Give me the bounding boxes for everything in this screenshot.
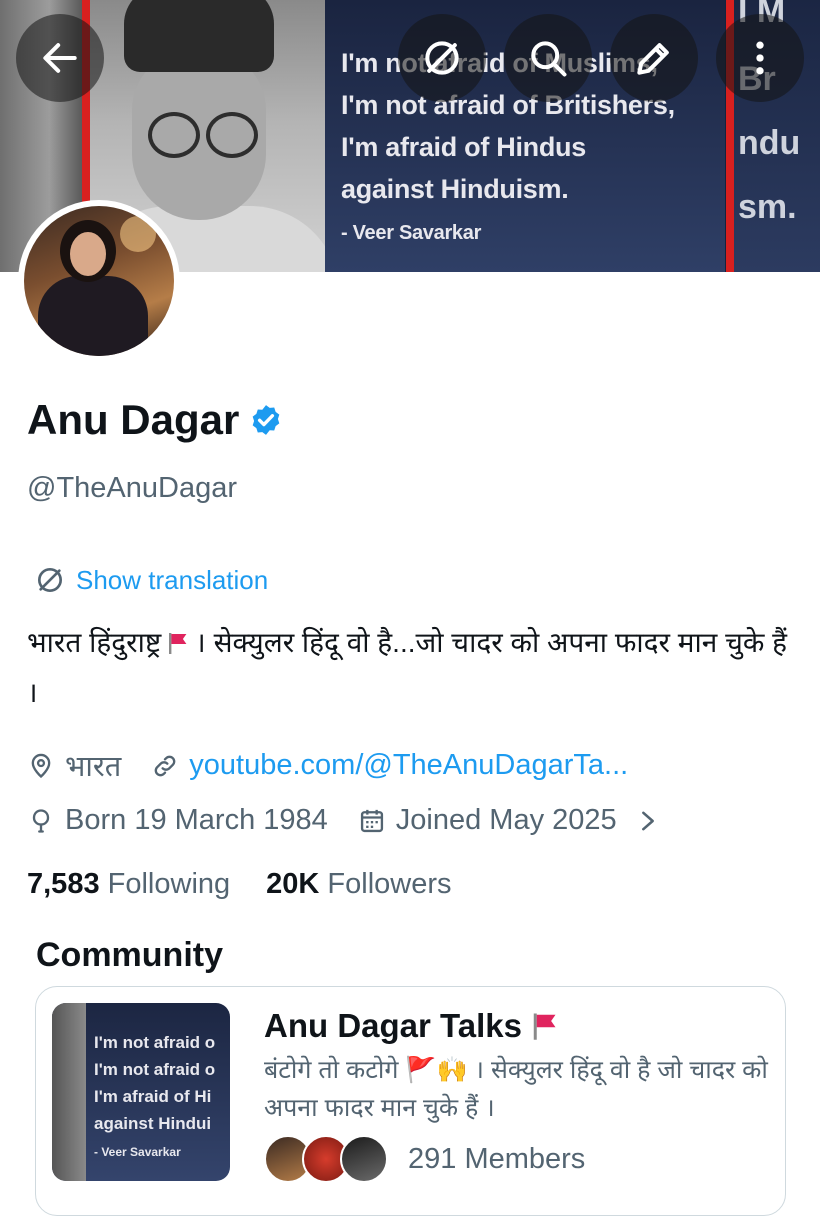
- back-arrow-icon: [43, 43, 77, 73]
- joined-text: Joined May 2025: [395, 804, 617, 836]
- follow-stats: 7,583 Following 20K Followers: [27, 868, 452, 901]
- followers-label: Followers: [327, 868, 452, 900]
- members-count: 291 Members: [408, 1142, 586, 1175]
- translate-button[interactable]: [398, 14, 486, 102]
- back-button[interactable]: [16, 14, 104, 102]
- show-translation-label: Show translation: [76, 564, 269, 595]
- translate-icon: [38, 568, 62, 592]
- calendar-icon: [360, 809, 383, 832]
- profile-avatar[interactable]: [18, 200, 180, 362]
- quote-line-2: I'm not afraid of Britishers,: [341, 90, 675, 120]
- profile-handle: @TheAnuDagar: [27, 472, 237, 504]
- more-icon: [756, 41, 764, 75]
- show-translation-link[interactable]: Show translation: [34, 564, 268, 596]
- profile-name: Anu Dagar: [27, 396, 283, 444]
- profile-name-text: Anu Dagar: [27, 396, 240, 443]
- avatar-photo: [24, 206, 174, 356]
- joined-item: Joined May 2025: [358, 804, 617, 837]
- thumb-line-5: - Veer Savarkar: [94, 1145, 181, 1159]
- birthday-icon: [32, 808, 50, 833]
- bio-text-part1: भारत हिंदुराष्ट्र: [27, 627, 162, 658]
- quote-line-3: I'm afraid of Hindus: [341, 132, 586, 162]
- more-button[interactable]: [716, 14, 804, 102]
- compose-icon: [637, 43, 669, 75]
- community-members[interactable]: 291 Members: [264, 1135, 585, 1183]
- community-description: बंटोगे तो कटोगे 🚩🙌 । सेक्युलर हिंदू वो ह…: [264, 1056, 768, 1122]
- search-icon: [531, 41, 567, 77]
- compose-button[interactable]: [610, 14, 698, 102]
- banner-right-text-3: ndu: [738, 124, 801, 162]
- profile-bio: भारत हिंदुराष्ट्र । सेक्युलर हिंदू वो है.…: [27, 618, 797, 718]
- location-icon: [31, 753, 51, 778]
- location-text: भारत: [65, 751, 122, 783]
- website-link[interactable]: youtube.com/@TheAnuDagarTa...: [189, 749, 628, 782]
- banner-right-text-4: sm.: [738, 188, 797, 226]
- thumb-line-1: I'm not afraid o: [94, 1033, 216, 1052]
- following-label: Following: [107, 868, 231, 900]
- flag-icon: [169, 633, 187, 654]
- community-name-text: Anu Dagar Talks: [264, 1007, 522, 1044]
- chevron-right-icon[interactable]: [637, 807, 659, 835]
- followers-count: 20K: [266, 868, 320, 900]
- website-item[interactable]: youtube.com/@TheAnuDagarTa...: [151, 749, 628, 782]
- community-name[interactable]: Anu Dagar Talks: [264, 1007, 560, 1045]
- verified-badge-icon[interactable]: [249, 403, 283, 437]
- thumb-line-4: against Hindui: [94, 1114, 212, 1133]
- profile-meta-row-1: भारत youtube.com/@TheAnuDagarTa...: [27, 746, 658, 785]
- quote-attribution: - Veer Savarkar: [341, 222, 482, 244]
- community-section-title: Community: [36, 936, 223, 974]
- birthday-item: Born 19 March 1984: [27, 804, 328, 837]
- flag-icon: [533, 1013, 556, 1040]
- profile-meta-row-2: Born 19 March 1984 Joined May 2025: [27, 804, 659, 837]
- community-thumbnail: I'm not afraid o I'm not afraid o I'm af…: [52, 1003, 230, 1181]
- birthday-text: Born 19 March 1984: [65, 804, 328, 836]
- translate-icon: [425, 41, 459, 75]
- link-icon: [154, 755, 176, 776]
- thumb-line-2: I'm not afraid o: [94, 1060, 216, 1079]
- quote-line-4: against Hinduism.: [341, 174, 569, 204]
- followers-link[interactable]: 20K Followers: [266, 868, 451, 901]
- search-button[interactable]: [504, 14, 592, 102]
- location-item: भारत: [27, 746, 121, 785]
- community-card[interactable]: I'm not afraid o I'm not afraid o I'm af…: [35, 986, 786, 1216]
- member-avatar: [340, 1135, 388, 1183]
- following-count: 7,583: [27, 868, 100, 900]
- following-link[interactable]: 7,583 Following: [27, 868, 230, 901]
- thumb-line-3: I'm afraid of Hi: [94, 1087, 212, 1106]
